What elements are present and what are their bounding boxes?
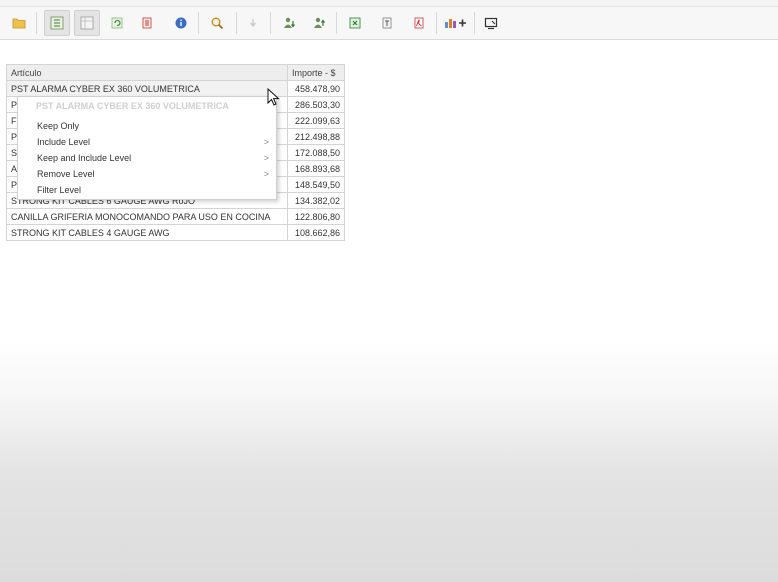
- context-menu-header: PST ALARMA CYBER EX 360 VOLUMETRICA: [36, 101, 229, 111]
- export-excel-button[interactable]: [342, 10, 368, 36]
- row-importe-cell: 108.662,86: [287, 224, 345, 241]
- folder-open-icon: [12, 18, 26, 29]
- row-importe-cell: 134.382,02: [287, 192, 345, 209]
- info-icon: [175, 17, 187, 29]
- menu-item-filter-level[interactable]: Filter Level: [37, 182, 273, 198]
- fullscreen-icon: [484, 17, 498, 30]
- menu-item-keep-and-include-level[interactable]: Keep and Include Level >: [37, 150, 273, 166]
- add-chart-button[interactable]: [441, 10, 471, 36]
- menu-item-include-level[interactable]: Include Level >: [37, 134, 273, 150]
- user-download-icon: [284, 17, 295, 28]
- toolbar-separator: [198, 12, 199, 34]
- user-upload-icon: [314, 17, 325, 28]
- export-text-button[interactable]: [374, 10, 400, 36]
- menu-item-label: Keep and Include Level: [37, 153, 132, 163]
- toolbar-separator: [336, 12, 337, 34]
- table-row[interactable]: CANILLA GRIFERIA MONOCOMANDO PARA USO EN…: [6, 208, 345, 225]
- mouse-cursor-icon: [267, 88, 280, 106]
- export-grid-button[interactable]: [44, 10, 70, 36]
- toolbar-separator: [270, 12, 271, 34]
- toolbar-separator: [474, 12, 475, 34]
- refresh-button[interactable]: [104, 10, 130, 36]
- refresh-icon: [111, 17, 123, 29]
- column-header-articulo[interactable]: Artículo: [6, 64, 288, 81]
- page-break-button[interactable]: [134, 10, 160, 36]
- export-grid-icon: [50, 16, 64, 30]
- context-menu: PST ALARMA CYBER EX 360 VOLUMETRICA Keep…: [17, 96, 277, 200]
- arrow-down-icon: [249, 19, 257, 28]
- add-chart-icon: [445, 19, 466, 28]
- row-articulo-cell[interactable]: STRONG KIT CABLES 4 GAUGE AWG: [6, 224, 288, 241]
- search-icon: [211, 17, 224, 30]
- row-importe-cell: 212.498,88: [287, 128, 345, 145]
- menu-item-label: Filter Level: [37, 185, 82, 195]
- table-row[interactable]: STRONG KIT CABLES 4 GAUGE AWG 108.662,86: [6, 224, 345, 241]
- menu-item-keep-only[interactable]: Keep Only: [37, 118, 273, 134]
- row-importe-cell: 458.478,90: [287, 80, 345, 97]
- table-row[interactable]: PST ALARMA CYBER EX 360 VOLUMETRICA 458.…: [6, 80, 345, 97]
- fullscreen-button[interactable]: [478, 10, 504, 36]
- row-articulo-cell[interactable]: PST ALARMA CYBER EX 360 VOLUMETRICA: [6, 80, 288, 97]
- menu-item-label: Include Level: [37, 137, 91, 147]
- user-upload-button[interactable]: [306, 10, 332, 36]
- page-break-icon: [142, 17, 152, 29]
- menu-item-remove-level[interactable]: Remove Level >: [37, 166, 273, 182]
- text-export-icon: [382, 17, 392, 29]
- submenu-arrow-icon: >: [263, 169, 269, 179]
- info-button[interactable]: [168, 10, 194, 36]
- open-folder-button[interactable]: [6, 10, 32, 36]
- window-top-edge: [0, 0, 778, 7]
- menu-item-label: Remove Level: [37, 169, 95, 179]
- column-header-importe[interactable]: Importe - $: [287, 64, 345, 81]
- row-importe-cell: 222.099,63: [287, 112, 345, 129]
- toolbar-separator: [36, 12, 37, 34]
- toolbar: [0, 7, 778, 40]
- table-view-button[interactable]: [74, 10, 100, 36]
- toolbar-separator: [436, 12, 437, 34]
- submenu-arrow-icon: >: [263, 153, 269, 163]
- row-importe-cell: 168.893,68: [287, 160, 345, 177]
- row-importe-cell: 148.549,50: [287, 176, 345, 193]
- toolbar-separator: [236, 12, 237, 34]
- move-down-button[interactable]: [240, 10, 266, 36]
- grid-header-row: Artículo Importe - $: [6, 64, 345, 81]
- row-importe-cell: 122.806,80: [287, 208, 345, 225]
- table-view-icon: [80, 16, 94, 30]
- row-importe-cell: 286.503,30: [287, 96, 345, 113]
- search-button[interactable]: [204, 10, 230, 36]
- excel-icon: [349, 17, 361, 29]
- row-importe-cell: 172.088,50: [287, 144, 345, 161]
- row-articulo-cell[interactable]: CANILLA GRIFERIA MONOCOMANDO PARA USO EN…: [6, 208, 288, 225]
- user-download-button[interactable]: [276, 10, 302, 36]
- export-pdf-button[interactable]: [406, 10, 432, 36]
- menu-item-label: Keep Only: [37, 121, 80, 131]
- submenu-arrow-icon: >: [263, 137, 269, 147]
- pdf-icon: [414, 17, 424, 29]
